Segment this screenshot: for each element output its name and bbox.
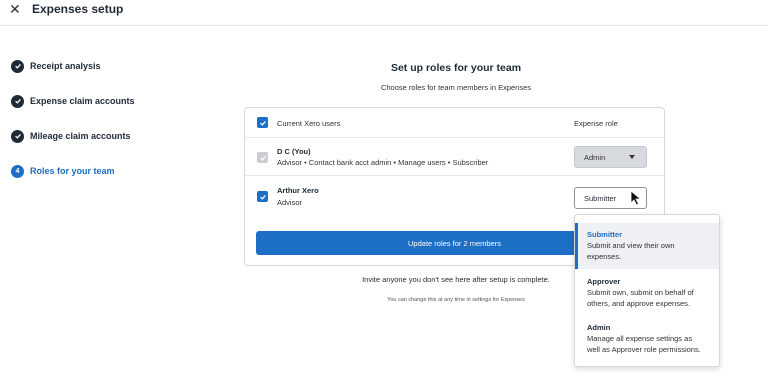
table-row: D C (You) Advisor • Contact bank acct ad…: [245, 138, 664, 176]
page-title: Expenses setup: [32, 2, 124, 16]
select-all-checkbox[interactable]: [257, 117, 268, 128]
check-icon: [259, 194, 266, 200]
role-dropdown-menu: Submitter Submit and view their own expe…: [574, 214, 720, 367]
column-header-role: Expense role: [574, 119, 618, 128]
section-title: Set up roles for your team: [390, 62, 522, 74]
description-line: Submit own, submit on behalf of: [587, 288, 694, 297]
role-option-title: Submitter: [587, 230, 623, 239]
check-icon: [11, 59, 24, 73]
role-option-description: Submit and view their own expenses.: [587, 241, 707, 262]
step-label: Receipt analysis: [30, 61, 101, 71]
mouse-pointer-icon: [630, 190, 642, 206]
step-expense-claim-accounts[interactable]: Expense claim accounts: [11, 93, 171, 109]
role-option-title: Approver: [587, 277, 621, 286]
column-header-users: Current Xero users: [277, 119, 341, 128]
description-line: Submit and view their own: [587, 241, 675, 250]
check-icon: [11, 129, 24, 143]
step-roles-for-your-team[interactable]: 4 Roles for your team: [11, 163, 171, 179]
user-description: Advisor • Contact bank acct admin • Mana…: [277, 158, 489, 167]
description-line: expenses.: [587, 251, 622, 261]
user-description: Advisor: [277, 198, 303, 207]
role-option-description: Submit own, submit on behalf of others, …: [587, 288, 707, 309]
step-label: Expense claim accounts: [30, 96, 135, 106]
role-select-value: Admin: [584, 152, 606, 162]
role-select: Admin: [574, 146, 647, 168]
role-option-submitter[interactable]: Submitter Submit and view their own expe…: [575, 223, 719, 269]
check-icon: [11, 94, 24, 108]
step-number-badge: 4: [11, 164, 24, 178]
step-mileage-claim-accounts[interactable]: Mileage claim accounts: [11, 128, 171, 144]
user-checkbox[interactable]: [257, 191, 268, 202]
role-option-admin[interactable]: Admin Manage all expense settings as wel…: [575, 316, 719, 362]
role-option-title: Admin: [587, 323, 611, 332]
chevron-down-icon: [629, 155, 635, 159]
description-line: others, and approve expenses.: [587, 298, 690, 308]
role-option-approver[interactable]: Approver Submit own, submit on behalf of…: [575, 270, 719, 316]
check-icon: [259, 120, 266, 126]
step-label: Roles for your team: [30, 166, 115, 176]
user-name: Arthur Xero: [277, 186, 319, 195]
top-bar: ✕ Expenses setup: [0, 0, 768, 26]
section-subtitle: Choose roles for team members in Expense…: [380, 83, 532, 92]
table-header-row: Current Xero users Expense role: [245, 108, 664, 138]
step-label: Mileage claim accounts: [30, 131, 131, 141]
user-checkbox: [257, 152, 268, 163]
step-receipt-analysis[interactable]: Receipt analysis: [11, 58, 171, 74]
description-line: well as Approver role permissions.: [587, 344, 701, 354]
role-option-description: Manage all expense settings as well as A…: [587, 334, 707, 355]
table-row: Arthur Xero Advisor Submitter: [245, 176, 664, 218]
role-select-value: Submitter: [584, 193, 617, 203]
close-icon[interactable]: ✕: [9, 1, 25, 17]
check-icon: [259, 155, 266, 161]
description-line: Manage all expense settings as: [587, 334, 693, 343]
user-name: D C (You): [277, 147, 311, 156]
